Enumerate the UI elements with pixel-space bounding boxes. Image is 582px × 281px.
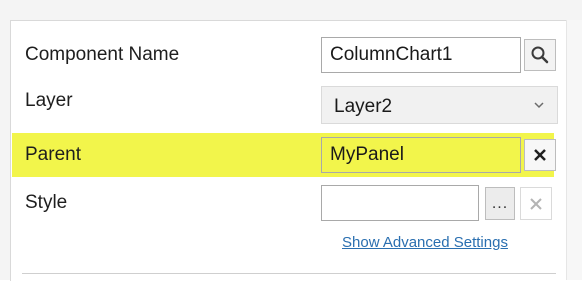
component-name-input[interactable]: ColumnChart1 — [321, 37, 521, 73]
component-name-label: Component Name — [25, 44, 180, 65]
panel-divider — [22, 273, 556, 274]
search-icon — [531, 46, 549, 64]
style-input[interactable] — [321, 185, 479, 221]
layer-dropdown[interactable]: Layer2 — [321, 86, 558, 124]
close-icon — [530, 197, 542, 210]
style-browse-button[interactable]: ... — [485, 187, 515, 220]
layer-label: Layer — [25, 90, 73, 111]
close-icon — [534, 149, 546, 161]
vertical-scrollbar[interactable] — [566, 20, 582, 280]
chevron-down-icon — [534, 102, 544, 109]
parent-clear-button[interactable] — [524, 139, 556, 171]
component-name-row: Component Name ColumnChart1 — [13, 34, 565, 78]
browse-ellipsis: ... — [491, 195, 509, 212]
layer-row: Layer Layer2 — [13, 84, 565, 128]
layer-dropdown-value: Layer2 — [334, 96, 393, 117]
parent-row: Parent MyPanel — [13, 133, 565, 177]
parent-input[interactable]: MyPanel — [321, 137, 521, 173]
component-search-button[interactable] — [524, 39, 556, 71]
show-advanced-settings-link[interactable]: Show Advanced Settings — [342, 234, 508, 251]
style-clear-button[interactable] — [520, 187, 552, 220]
style-label: Style — [25, 192, 68, 213]
parent-label: Parent — [25, 144, 81, 165]
style-row: Style ... — [13, 182, 565, 226]
